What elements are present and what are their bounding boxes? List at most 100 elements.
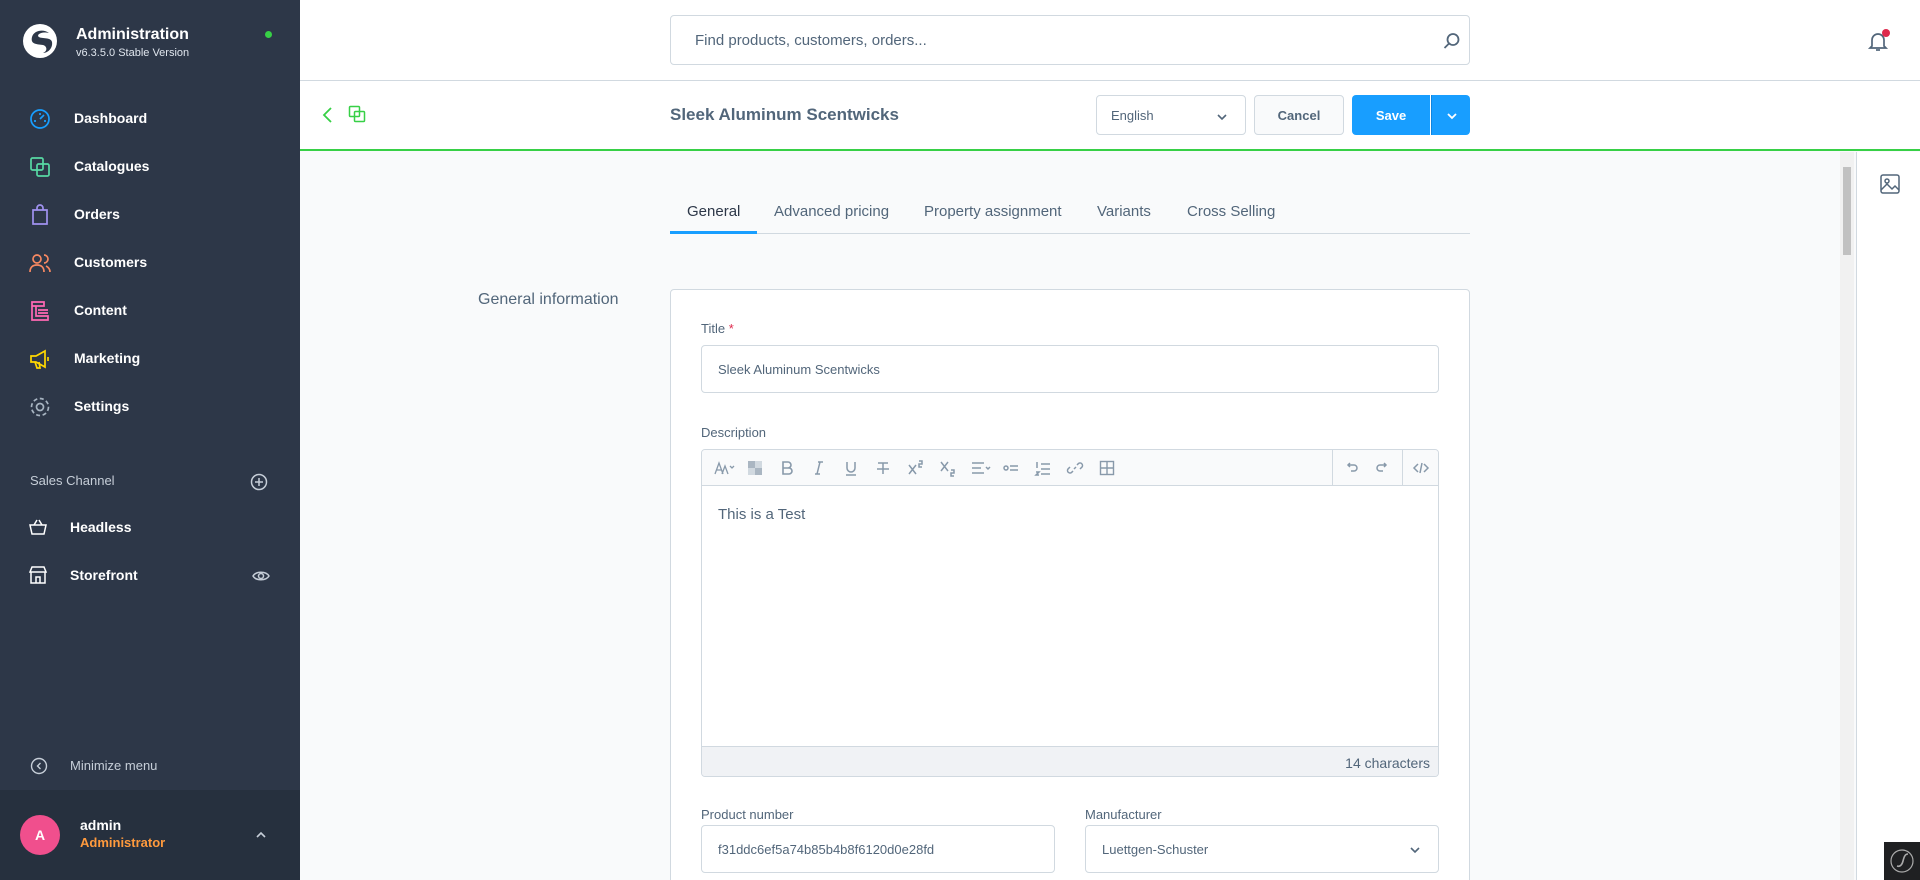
settings-icon — [30, 397, 50, 417]
save-options-button[interactable] — [1431, 95, 1470, 135]
save-button[interactable]: Save — [1352, 95, 1430, 135]
active-tab-indicator — [670, 231, 757, 234]
toolbar-separator — [1402, 450, 1403, 486]
text-color-icon[interactable] — [746, 459, 764, 477]
font-size-icon[interactable] — [714, 459, 736, 477]
bullet-list-icon[interactable] — [1002, 459, 1020, 477]
orders-icon — [32, 204, 48, 225]
duplicate-icon[interactable] — [348, 105, 366, 123]
manufacturer-value: Luettgen-Schuster — [1102, 841, 1209, 857]
general-information-card: Title * Sleek Aluminum Scentwicks Descri… — [670, 289, 1470, 880]
tab-general[interactable]: General — [687, 203, 740, 220]
product-number-field[interactable]: f31ddc6ef5a74b85b4b8f6120d0e28fd — [701, 825, 1055, 873]
dashboard-icon — [30, 109, 50, 129]
tab-advanced-pricing[interactable]: Advanced pricing — [774, 203, 889, 220]
nav-label: Settings — [74, 398, 130, 414]
sales-channel-label: Storefront — [70, 567, 138, 583]
nav-label: Marketing — [74, 350, 141, 366]
top-header — [300, 0, 1920, 81]
sales-channel-item-headless[interactable]: Headless — [0, 508, 300, 548]
editor-toolbar — [702, 450, 1438, 486]
italic-icon[interactable] — [810, 459, 828, 477]
underline-icon[interactable] — [842, 459, 860, 477]
nav-label: Orders — [74, 206, 120, 222]
customers-icon — [29, 254, 51, 273]
nav-item-dashboard[interactable]: Dashboard — [0, 97, 300, 141]
nav-item-customers[interactable]: Customers — [0, 241, 300, 285]
manufacturer-label: Manufacturer — [1085, 807, 1162, 822]
code-view-icon[interactable] — [1412, 459, 1430, 477]
sales-channel-heading: Sales Channel — [30, 473, 115, 488]
nav-item-content[interactable]: Content — [0, 289, 300, 333]
superscript-icon[interactable] — [906, 459, 924, 477]
toolbar-separator — [1332, 450, 1333, 486]
online-status-dot — [265, 31, 272, 38]
global-search — [670, 15, 1470, 65]
product-number-label: Product number — [701, 807, 794, 822]
basket-icon — [29, 519, 47, 535]
content-scrollbar[interactable] — [1840, 152, 1854, 880]
sidebar-tool-rail — [1856, 152, 1920, 880]
chevron-down-icon — [1410, 847, 1420, 854]
bold-icon[interactable] — [778, 459, 796, 477]
catalogues-icon — [30, 157, 50, 177]
undo-icon[interactable] — [1342, 459, 1360, 477]
search-icon[interactable] — [1443, 32, 1461, 50]
sidebar: Administration v6.3.5.0 Stable Version D… — [0, 0, 300, 880]
user-name: admin — [80, 817, 122, 833]
description-label: Description — [701, 425, 767, 440]
title-label: Title * — [701, 321, 734, 336]
title-field[interactable]: Sleek Aluminum Scentwicks — [701, 345, 1439, 393]
chevron-left-circle-icon — [30, 757, 48, 775]
notification-badge — [1882, 29, 1890, 37]
nav-label: Dashboard — [74, 110, 148, 126]
link-icon[interactable] — [1066, 459, 1084, 477]
table-icon[interactable] — [1098, 459, 1116, 477]
numbered-list-icon[interactable] — [1034, 459, 1052, 477]
symfony-toolbar-badge[interactable] — [1884, 842, 1920, 880]
symfony-icon — [1890, 849, 1914, 873]
nav-label: Catalogues — [74, 158, 150, 174]
page-title: Sleek Aluminum Scentwicks — [670, 105, 899, 124]
user-role: Administrator — [80, 835, 166, 850]
marketing-icon — [30, 349, 49, 369]
nav-item-catalogues[interactable]: Catalogues — [0, 145, 300, 189]
description-text[interactable]: This is a Test — [718, 506, 805, 523]
sales-channel-item-storefront[interactable]: Storefront — [0, 556, 300, 596]
nav-item-orders[interactable]: Orders — [0, 193, 300, 237]
user-menu[interactable]: A admin Administrator — [0, 790, 300, 880]
chevron-down-icon — [1217, 114, 1227, 121]
avatar: A — [20, 815, 60, 855]
nav-item-marketing[interactable]: Marketing — [0, 337, 300, 381]
nav-label: Customers — [74, 254, 148, 270]
brand-header[interactable]: Administration v6.3.5.0 Stable Version — [0, 0, 300, 86]
chevron-up-icon — [256, 831, 266, 838]
tab-property-assignment[interactable]: Property assignment — [924, 203, 1062, 220]
content-icon — [31, 301, 49, 321]
chevron-down-icon — [1447, 113, 1457, 120]
minimize-menu-label: Minimize menu — [70, 758, 158, 773]
brand-title: Administration — [76, 26, 189, 43]
subscript-icon[interactable] — [938, 459, 956, 477]
nav-label: Content — [74, 302, 127, 318]
language-value: English — [1111, 108, 1154, 123]
cancel-button[interactable]: Cancel — [1254, 95, 1344, 135]
add-sales-channel-icon[interactable] — [250, 473, 268, 491]
strikethrough-icon[interactable] — [874, 459, 892, 477]
language-switch[interactable]: English — [1096, 95, 1246, 135]
editor-footer: 14 characters — [702, 746, 1438, 776]
section-title: General information — [478, 291, 619, 308]
tab-variants[interactable]: Variants — [1097, 203, 1151, 220]
shopware-logo-icon — [23, 24, 57, 58]
manufacturer-select[interactable]: Luettgen-Schuster — [1085, 825, 1439, 873]
smart-bar: Sleek Aluminum Scentwicks English Cancel… — [300, 81, 1920, 151]
nav-item-settings[interactable]: Settings — [0, 385, 300, 429]
eye-icon[interactable] — [252, 568, 270, 584]
scrollbar-thumb[interactable] — [1843, 167, 1851, 255]
redo-icon[interactable] — [1374, 459, 1392, 477]
text-align-icon[interactable] — [970, 459, 992, 477]
chevron-left-icon[interactable] — [320, 105, 336, 125]
media-icon[interactable] — [1879, 173, 1901, 195]
tab-cross-selling[interactable]: Cross Selling — [1187, 203, 1275, 220]
search-input[interactable] — [671, 16, 1411, 64]
